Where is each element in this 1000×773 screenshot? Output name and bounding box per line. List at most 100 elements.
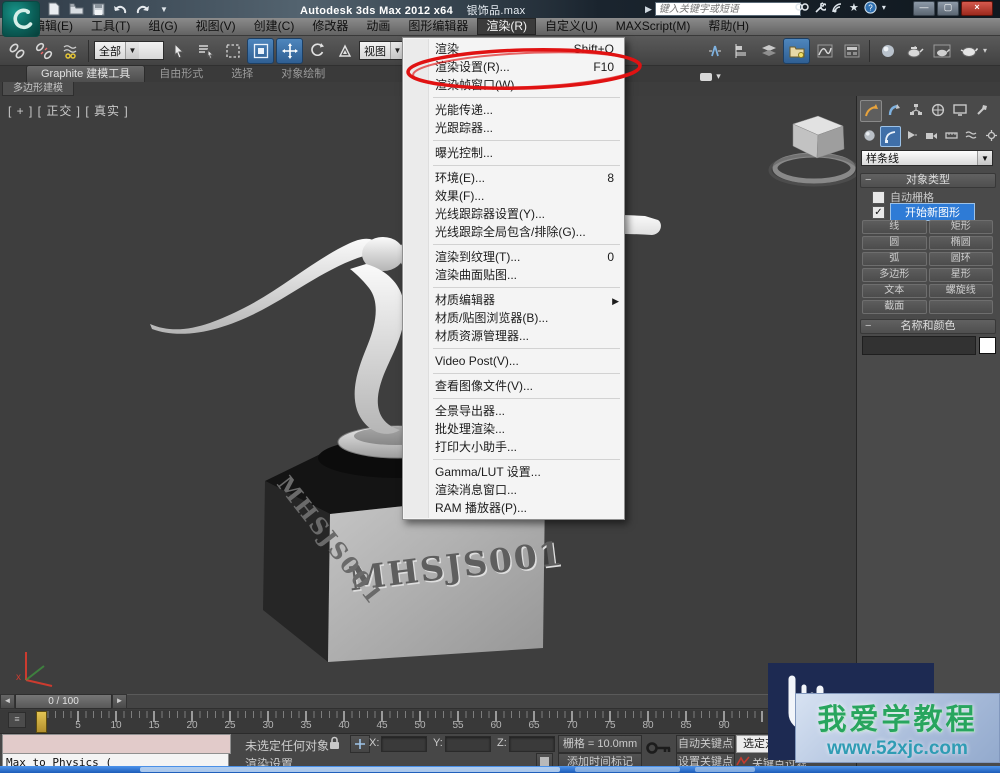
- render-menu-item[interactable]: ▶: [403, 241, 624, 248]
- time-tag-icon[interactable]: ≡: [8, 712, 26, 728]
- menu-bar-item[interactable]: 自定义(U): [536, 18, 607, 35]
- start-new-shape-checkbox[interactable]: ✓: [872, 206, 885, 219]
- render-menu-item[interactable]: 渲染帧窗口(W)... ▶: [403, 76, 624, 94]
- render-menu-item[interactable]: 材质/贴图浏览器(B)... ▶: [403, 309, 624, 327]
- shape-button[interactable]: 矩形: [929, 220, 994, 234]
- render-menu-item[interactable]: 渲染设置(R)... F10 ▶: [403, 58, 624, 76]
- render-menu-item[interactable]: 查看图像文件(V)... ▶: [403, 377, 624, 395]
- search-icon[interactable]: [795, 2, 809, 13]
- render-menu-item[interactable]: ▶: [403, 137, 624, 144]
- menu-bar-item[interactable]: 视图(V): [187, 18, 245, 35]
- layer-manager-icon[interactable]: [756, 39, 781, 63]
- render-menu-item[interactable]: 渲染消息窗口... ▶: [403, 481, 624, 499]
- collapse-icon[interactable]: −: [865, 320, 871, 333]
- taskbar-window-button[interactable]: [575, 767, 680, 772]
- material-editor-icon[interactable]: [875, 39, 900, 63]
- scene-explorer-icon[interactable]: [783, 38, 810, 64]
- z-coord-input[interactable]: [509, 736, 555, 752]
- maximize-button[interactable]: ▢: [937, 1, 959, 16]
- selection-lock-icon[interactable]: [328, 736, 341, 750]
- render-menu-item[interactable]: Video Post(V)... ▶: [403, 352, 624, 370]
- render-menu-item[interactable]: Gamma/LUT 设置... ▶: [403, 463, 624, 481]
- render-menu-item[interactable]: 渲染曲面贴图... ▶: [403, 266, 624, 284]
- next-frame-button[interactable]: ►: [112, 694, 127, 709]
- chevron-down-icon[interactable]: ▼: [977, 151, 992, 165]
- render-menu-item[interactable]: 曝光控制... ▶: [403, 144, 624, 162]
- render-menu-item[interactable]: ▶: [403, 162, 624, 169]
- tab-display-icon[interactable]: [950, 100, 970, 120]
- render-menu-item[interactable]: 效果(F)... ▶: [403, 187, 624, 205]
- render-menu-item[interactable]: 全景导出器... ▶: [403, 402, 624, 420]
- app-logo-icon[interactable]: [2, 1, 40, 37]
- render-menu-item[interactable]: ▶: [403, 395, 624, 402]
- shape-button[interactable]: 星形: [929, 268, 994, 282]
- shape-button[interactable]: 多边形: [862, 268, 927, 282]
- curve-editor-icon[interactable]: [812, 39, 837, 63]
- selection-filter-dropdown[interactable]: 全部▼: [94, 41, 164, 60]
- render-menu-item[interactable]: 材质编辑器 ▶: [403, 291, 624, 309]
- communication-center-icon[interactable]: [831, 2, 844, 14]
- render-menu-item[interactable]: ▶: [403, 345, 624, 352]
- shape-button[interactable]: 螺旋线: [929, 284, 994, 298]
- maxscript-mini-listener[interactable]: [2, 734, 231, 754]
- track-bar[interactable]: 051015202530354045505560657075808590 ≡: [0, 710, 856, 734]
- select-and-move-icon[interactable]: [276, 38, 303, 64]
- render-menu-item[interactable]: ▶: [403, 284, 624, 291]
- render-dropdown-icon[interactable]: ▾: [983, 46, 987, 55]
- save-icon[interactable]: [90, 2, 106, 16]
- render-menu-item[interactable]: RAM 播放器(P)... ▶: [403, 499, 624, 517]
- help-icon[interactable]: ?: [864, 1, 877, 14]
- shape-button[interactable]: 截面: [862, 300, 927, 314]
- align-icon[interactable]: [729, 39, 754, 63]
- open-file-icon[interactable]: [68, 2, 84, 16]
- select-by-name-icon[interactable]: [193, 39, 218, 63]
- menu-bar-item[interactable]: 渲染(R): [477, 18, 536, 35]
- render-menu-item[interactable]: 材质资源管理器... ▶: [403, 327, 624, 345]
- bind-to-space-warp-icon[interactable]: [58, 39, 83, 63]
- tab-motion-icon[interactable]: [928, 100, 948, 120]
- render-menu-item[interactable]: ▶: [403, 94, 624, 101]
- rollout-object-type[interactable]: − 对象类型: [860, 173, 996, 188]
- tab-modify-icon[interactable]: [884, 100, 904, 120]
- render-menu-item[interactable]: 打印大小助手... ▶: [403, 438, 624, 456]
- menu-bar-item[interactable]: 修改器: [303, 18, 357, 35]
- set-key-icon[interactable]: [646, 740, 672, 756]
- help-dropdown-icon[interactable]: ▾: [882, 3, 886, 12]
- select-object-icon[interactable]: [166, 39, 191, 63]
- time-slider-handle[interactable]: 0 / 100: [15, 694, 112, 709]
- search-expand-icon[interactable]: ▶: [645, 4, 652, 15]
- category-shapes-icon[interactable]: [880, 126, 901, 147]
- shape-button[interactable]: 文本: [862, 284, 927, 298]
- x-coord-input[interactable]: [381, 736, 427, 752]
- redo-icon[interactable]: [134, 2, 150, 16]
- category-geometry-icon[interactable]: [860, 126, 879, 145]
- wrench-icon[interactable]: [814, 2, 826, 14]
- render-menu-item[interactable]: 光线跟踪器设置(Y)... ▶: [403, 205, 624, 223]
- collapse-icon[interactable]: −: [865, 174, 871, 187]
- select-and-link-icon[interactable]: [4, 39, 29, 63]
- chevron-down-icon[interactable]: ▼: [125, 42, 139, 59]
- rendered-frame-window-icon[interactable]: [929, 39, 954, 63]
- shape-button[interactable]: 线: [862, 220, 927, 234]
- render-menu-item[interactable]: 渲染到纹理(T)... 0 ▶: [403, 248, 624, 266]
- render-menu-item[interactable]: 批处理渲染... ▶: [403, 420, 624, 438]
- auto-key-button[interactable]: 自动关键点: [676, 735, 735, 753]
- tab-create-icon[interactable]: [860, 100, 882, 122]
- schematic-view-icon[interactable]: [839, 39, 864, 63]
- render-menu-item[interactable]: ▶: [403, 370, 624, 377]
- category-space-warps-icon[interactable]: [962, 126, 981, 145]
- current-frame-marker[interactable]: [36, 711, 47, 733]
- render-menu-item[interactable]: ▶: [403, 456, 624, 463]
- taskbar-window-button[interactable]: [695, 767, 755, 772]
- render-menu-item[interactable]: 光能传递... ▶: [403, 101, 624, 119]
- render-setup-icon[interactable]: [902, 39, 927, 63]
- shape-button[interactable]: 圆: [862, 236, 927, 250]
- undo-icon[interactable]: [112, 2, 128, 16]
- mirror-icon[interactable]: [702, 39, 727, 63]
- autogrid-checkbox[interactable]: [872, 191, 885, 204]
- tab-utilities-icon[interactable]: [972, 100, 992, 120]
- shape-button[interactable]: 椭圆: [929, 236, 994, 250]
- ribbon-panel-polygon-modeling[interactable]: 多边形建模: [2, 82, 74, 96]
- render-production-icon[interactable]: [956, 39, 981, 63]
- y-coord-input[interactable]: [445, 736, 491, 752]
